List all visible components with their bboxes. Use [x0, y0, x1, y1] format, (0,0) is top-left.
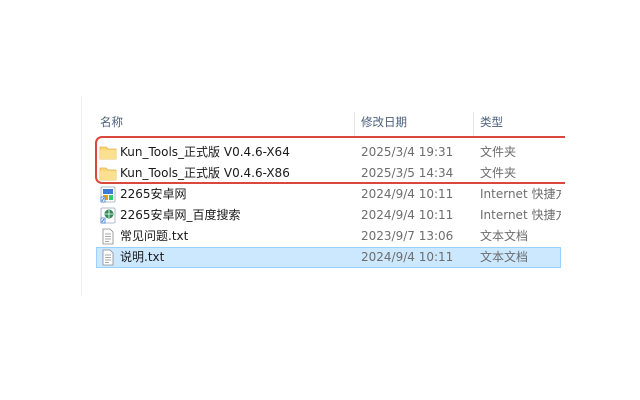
file-modified-date: 2025/3/4 19:31: [361, 145, 454, 159]
internet-shortcut-icon: [100, 207, 116, 224]
folder-icon: [99, 167, 117, 181]
file-row[interactable]: 2265安卓网 2024/9/4 10:11 Internet 快捷方: [96, 184, 561, 205]
file-modified-date: 2024/9/4 10:11: [361, 208, 454, 222]
file-name: 2265安卓网: [120, 187, 187, 201]
column-header-bar: 名称 修改日期 类型: [82, 112, 561, 138]
file-type: Internet 快捷方: [480, 187, 561, 201]
column-divider[interactable]: [473, 112, 474, 138]
file-name: 常见问题.txt: [120, 229, 189, 243]
file-row[interactable]: 2265安卓网_百度搜索 2024/9/4 10:11 Internet 快捷方: [96, 205, 561, 226]
file-row[interactable]: 常见问题.txt 2023/9/7 13:06 文本文档: [96, 226, 561, 247]
file-type: 文本文档: [480, 229, 529, 243]
file-modified-date: 2025/3/5 14:34: [361, 166, 454, 180]
file-row[interactable]: Kun_Tools_正式版 V0.4.6-X86 2025/3/5 14:34 …: [96, 163, 561, 184]
column-divider[interactable]: [354, 112, 355, 138]
text-file-icon: [102, 228, 114, 245]
file-name: Kun_Tools_正式版 V0.4.6-X86: [120, 166, 290, 180]
file-modified-date: 2024/9/4 10:11: [361, 250, 454, 264]
file-explorer: 名称 修改日期 类型 Kun_Tools_正式版 V0.4.6-X64 2025…: [0, 0, 640, 400]
file-name: 说明.txt: [120, 250, 165, 264]
file-type: 文件夹: [480, 145, 517, 159]
text-file-icon: [102, 249, 114, 266]
file-type: Internet 快捷方: [480, 208, 561, 222]
file-name: Kun_Tools_正式版 V0.4.6-X64: [120, 145, 290, 159]
file-name: 2265安卓网_百度搜索: [120, 208, 241, 222]
file-row-selected[interactable]: 说明.txt 2024/9/4 10:11 文本文档: [96, 247, 561, 268]
file-modified-date: 2023/9/7 13:06: [361, 229, 454, 243]
column-header-name[interactable]: 名称: [100, 112, 123, 132]
internet-shortcut-icon: [100, 186, 116, 203]
file-modified-date: 2024/9/4 10:11: [361, 187, 454, 201]
file-type: 文本文档: [480, 250, 529, 264]
folder-icon: [99, 146, 117, 160]
file-list-pane: 名称 修改日期 类型 Kun_Tools_正式版 V0.4.6-X64 2025…: [81, 96, 561, 296]
file-type: 文件夹: [480, 166, 517, 180]
column-header-type[interactable]: 类型: [480, 112, 503, 132]
column-header-date[interactable]: 修改日期: [361, 112, 407, 132]
file-row[interactable]: Kun_Tools_正式版 V0.4.6-X64 2025/3/4 19:31 …: [96, 142, 561, 163]
